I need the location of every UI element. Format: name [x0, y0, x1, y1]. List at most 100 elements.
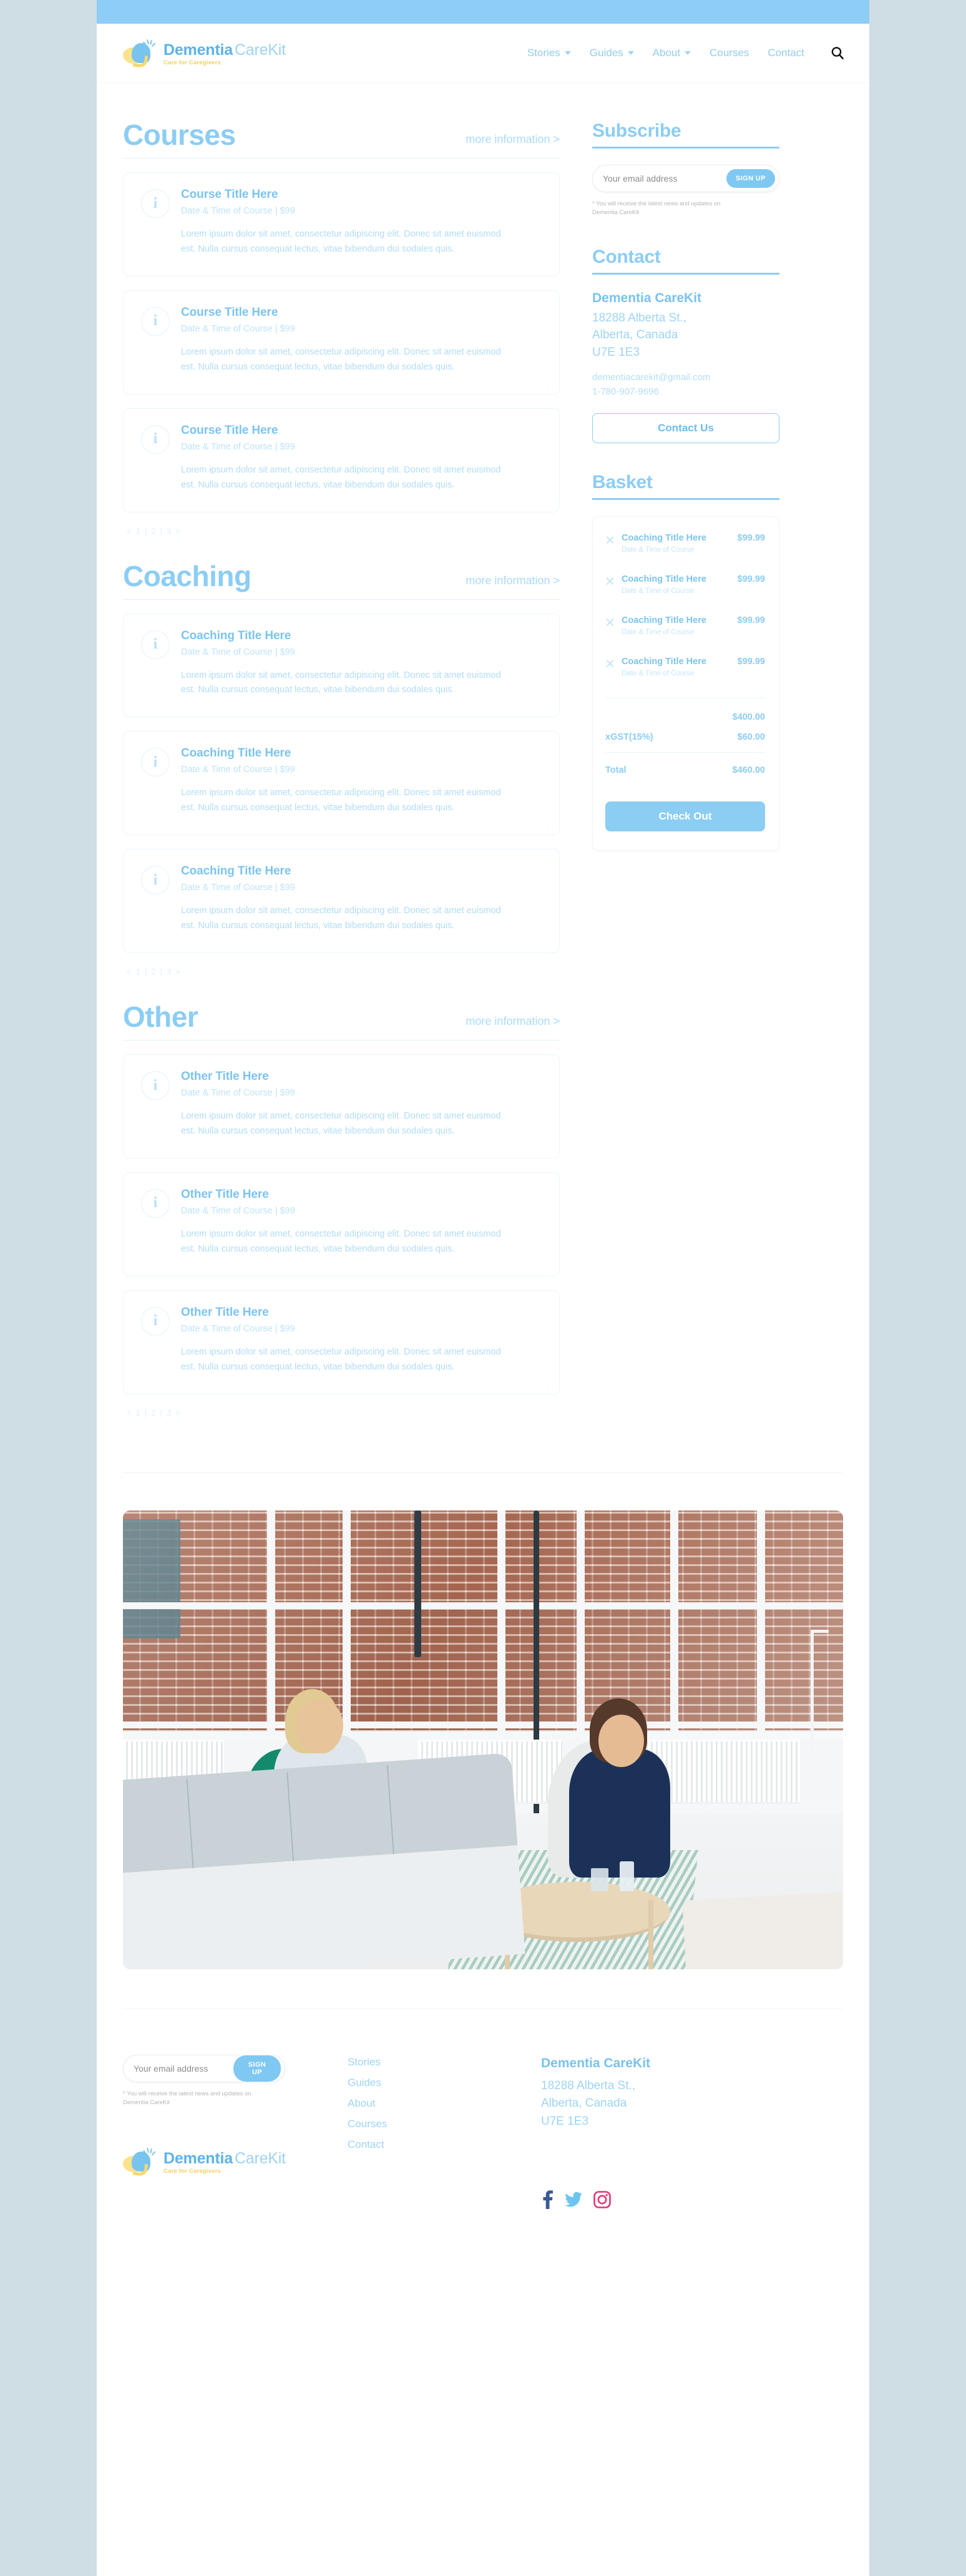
- pagination-other: < 1 | 2 | 3 >: [127, 1408, 560, 1418]
- basket-item-price: $99.99: [737, 533, 765, 544]
- basket-item-price: $99.99: [737, 657, 765, 667]
- pagination-page-1[interactable]: 1: [136, 1408, 140, 1418]
- footer-subscribe-disclaimer: * You will receive the latest news and u…: [123, 2090, 251, 2106]
- pagination-prev[interactable]: <: [127, 1408, 132, 1418]
- close-icon[interactable]: [605, 576, 615, 585]
- site-footer: SIGN UP * You will receive the latest ne…: [97, 2009, 869, 2238]
- email-field[interactable]: [603, 174, 703, 184]
- pagination-next[interactable]: >: [175, 526, 180, 536]
- card-meta: Date & Time of Course | $99: [181, 1088, 295, 1099]
- pagination-page-2[interactable]: 2: [151, 526, 155, 536]
- contact-address-line-3: U7E 1E3: [592, 345, 640, 359]
- coaching-card[interactable]: i Coaching Title Here Date & Time of Cou…: [123, 849, 560, 954]
- basket-item-price: $99.99: [737, 574, 765, 585]
- divider: [123, 1472, 843, 1473]
- more-information-link-other[interactable]: more information >: [466, 1015, 560, 1031]
- pagination-page-3[interactable]: 3: [167, 1408, 171, 1418]
- page-title-courses: Courses: [123, 119, 236, 151]
- more-information-link-courses[interactable]: more information >: [466, 133, 560, 149]
- more-information-link-coaching[interactable]: more information >: [466, 574, 560, 590]
- other-card[interactable]: i Other Title Here Date & Time of Course…: [123, 1054, 560, 1158]
- basket-subtotal-row: $400.00: [605, 712, 765, 722]
- footer-link-about[interactable]: About: [348, 2097, 516, 2110]
- basket-item: Coaching Title Here $99.99 Date & Time o…: [605, 657, 765, 677]
- site-logo[interactable]: Dementia CareKit Care for Caregivers: [123, 37, 286, 69]
- nav-label: Guides: [589, 47, 623, 59]
- pagination-prev[interactable]: <: [127, 967, 132, 976]
- course-card[interactable]: i Course Title Here Date & Time of Cours…: [123, 172, 560, 277]
- contact-address-line-2: Alberta, Canada: [592, 328, 678, 342]
- footer-link-guides[interactable]: Guides: [348, 2077, 516, 2089]
- pagination-page-2[interactable]: 2: [151, 967, 155, 976]
- nav-item-about[interactable]: About: [653, 47, 691, 59]
- coaching-card[interactable]: i Coaching Title Here Date & Time of Cou…: [123, 731, 560, 836]
- coaching-card[interactable]: i Coaching Title Here Date & Time of Cou…: [123, 613, 560, 718]
- pagination-next[interactable]: >: [175, 1408, 180, 1418]
- nav-item-stories[interactable]: Stories: [527, 47, 571, 59]
- nav-label: Stories: [527, 47, 560, 59]
- sign-up-button[interactable]: SIGN UP: [726, 169, 775, 188]
- pagination-courses: < 1 | 2 | 3 >: [127, 526, 560, 536]
- close-icon[interactable]: [605, 617, 615, 627]
- divider: [123, 1040, 560, 1041]
- logo-tagline: Care for Caregivers: [163, 59, 221, 67]
- nav-label: About: [652, 47, 681, 59]
- facebook-icon[interactable]: [541, 2190, 554, 2210]
- basket-item-title: Coaching Title Here: [622, 574, 706, 585]
- nav-item-courses[interactable]: Courses: [710, 47, 749, 59]
- page-root: Dementia CareKit Care for Caregivers Stor…: [0, 0, 966, 2576]
- contact-email-link[interactable]: dementiacarekit@gmail.com: [592, 372, 779, 383]
- social-links: [541, 2190, 843, 2210]
- search-icon[interactable]: [831, 46, 844, 60]
- footer-link-contact[interactable]: Contact: [348, 2138, 516, 2151]
- other-card[interactable]: i Other Title Here Date & Time of Course…: [123, 1172, 560, 1276]
- footer-logo[interactable]: Dementia CareKit Care for Caregivers: [123, 2146, 323, 2177]
- card-title: Other Title Here: [181, 1187, 269, 1201]
- card-title: Coaching Title Here: [181, 747, 291, 760]
- footer-sign-up-button[interactable]: SIGN UP: [233, 2055, 281, 2082]
- nav-item-guides[interactable]: Guides: [590, 47, 634, 59]
- contact-address-line-1: 18288 Alberta St.,: [592, 311, 687, 325]
- page-title-other: Other: [123, 1001, 198, 1034]
- chevron-down-icon: [564, 51, 571, 55]
- footer-email-field[interactable]: [134, 2063, 233, 2074]
- basket-item-date: Date & Time of Course: [622, 629, 695, 637]
- pagination-prev[interactable]: <: [127, 526, 132, 536]
- footer-address-line-1: 18288 Alberta St.,: [541, 2079, 636, 2092]
- footer-link-stories[interactable]: Stories: [348, 2056, 516, 2069]
- contact-phone-link[interactable]: 1-780-907-9696: [592, 386, 779, 397]
- contact-us-button[interactable]: Contact Us: [592, 413, 779, 444]
- course-card[interactable]: i Course Title Here Date & Time of Cours…: [123, 408, 560, 512]
- subscribe-form: SIGN UP: [592, 165, 779, 192]
- basket-block: Basket Coaching Title Here $99.99 Date &…: [592, 472, 779, 851]
- basket-item-date: Date & Time of Course: [622, 587, 695, 595]
- footer-link-courses[interactable]: Courses: [348, 2118, 516, 2130]
- pagination-separator: |: [160, 967, 162, 977]
- basket-item-title: Coaching Title Here: [622, 615, 706, 626]
- footer-address-line-3: U7E 1E3: [541, 2114, 589, 2128]
- pagination-page-1[interactable]: 1: [136, 526, 140, 536]
- close-icon[interactable]: [605, 535, 615, 544]
- card-title: Course Title Here: [181, 423, 278, 437]
- footer-links-column: Stories Guides About Courses Contact: [348, 2055, 516, 2159]
- pagination-page-3[interactable]: 3: [167, 526, 171, 536]
- close-icon[interactable]: [605, 659, 615, 668]
- pagination-page-3[interactable]: 3: [167, 967, 171, 976]
- footer-logo-tagline: Care for Caregivers: [163, 2168, 221, 2175]
- logo-sparkle-icon: [142, 39, 156, 47]
- card-title: Coaching Title Here: [181, 864, 291, 878]
- check-out-button[interactable]: Check Out: [605, 801, 765, 832]
- other-card[interactable]: i Other Title Here Date & Time of Course…: [123, 1290, 560, 1394]
- twitter-icon[interactable]: [565, 2192, 582, 2208]
- divider: [592, 272, 779, 275]
- pagination-page-2[interactable]: 2: [151, 1408, 155, 1418]
- pagination-page-1[interactable]: 1: [136, 967, 140, 976]
- nav-item-contact[interactable]: Contact: [768, 47, 804, 59]
- basket-card: Coaching Title Here $99.99 Date & Time o…: [592, 516, 779, 851]
- pagination-next[interactable]: >: [175, 967, 180, 976]
- course-card[interactable]: i Course Title Here Date & Time of Cours…: [123, 290, 560, 394]
- info-icon: i: [141, 424, 170, 454]
- basket-item-price: $99.99: [737, 615, 765, 626]
- instagram-icon[interactable]: [593, 2191, 611, 2208]
- logo-mark-icon: [123, 2146, 158, 2177]
